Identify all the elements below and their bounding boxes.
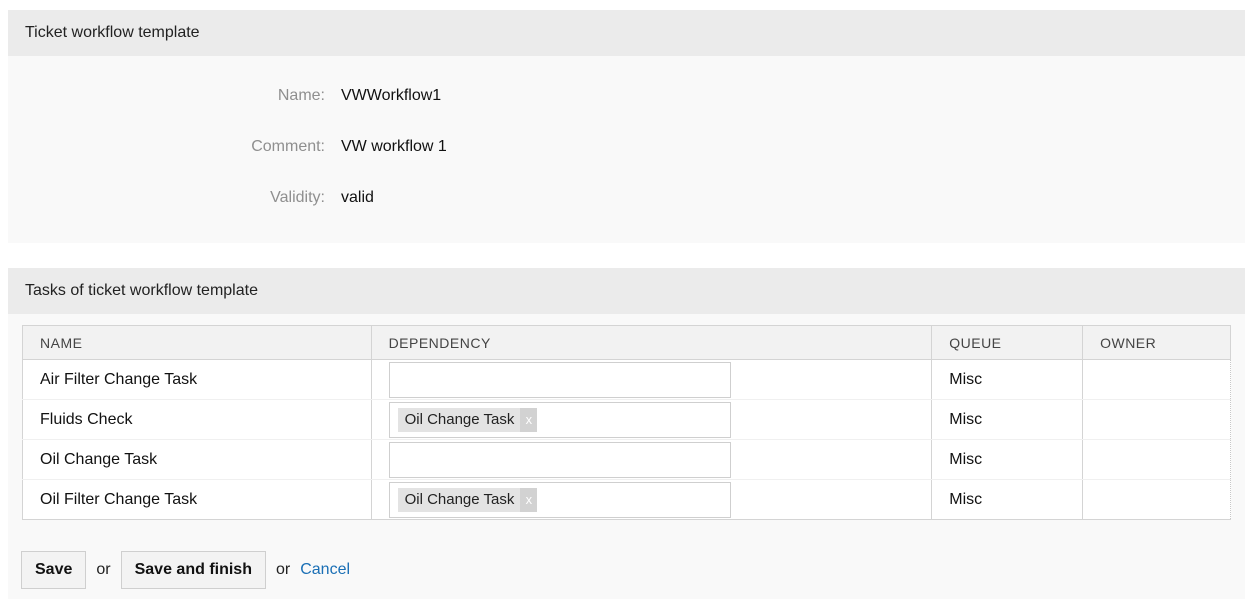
tasks-widget: Tasks of ticket workflow template NAME D… xyxy=(8,268,1245,599)
task-queue: Misc xyxy=(931,359,1084,400)
field-validity-row: Validity: valid xyxy=(8,186,1245,210)
column-header-name: NAME xyxy=(22,325,372,360)
column-header-queue: QUEUE xyxy=(931,325,1084,360)
dependency-tag: Oil Change Task x xyxy=(397,487,538,512)
task-name: Air Filter Change Task xyxy=(22,359,372,400)
field-comment-value: VW workflow 1 xyxy=(341,138,447,155)
dependency-cell xyxy=(370,359,933,400)
save-button[interactable]: Save xyxy=(21,551,87,589)
field-name-value: VWWorkflow1 xyxy=(341,87,442,104)
template-details-header: Ticket workflow template xyxy=(8,10,1245,56)
task-name: Oil Filter Change Task xyxy=(22,479,372,520)
field-comment-label: Comment: xyxy=(251,138,325,155)
tag-remove-icon[interactable]: x xyxy=(520,487,538,512)
dependency-cell xyxy=(370,439,933,480)
task-queue: Misc xyxy=(931,479,1084,520)
or-separator: or xyxy=(96,561,111,578)
tasks-header: Tasks of ticket workflow template xyxy=(8,268,1245,314)
form-actions: Save or Save and finish or Cancel xyxy=(21,551,350,589)
field-comment-row: Comment: VW workflow 1 xyxy=(8,135,1245,159)
table-row: Oil Change Task Misc xyxy=(22,439,1231,480)
field-validity-label: Validity: xyxy=(270,189,325,206)
table-row: Fluids Check Oil Change Task x Misc xyxy=(22,399,1231,440)
task-owner xyxy=(1082,399,1231,440)
dependency-input[interactable] xyxy=(388,361,731,398)
dependency-input[interactable]: Oil Change Task x xyxy=(388,401,731,438)
or-separator: or xyxy=(275,561,291,578)
dependency-cell: Oil Change Task x xyxy=(370,399,933,440)
tag-remove-icon[interactable]: x xyxy=(520,407,538,432)
column-header-owner: OWNER xyxy=(1082,325,1231,360)
widget-title: Ticket workflow template xyxy=(25,24,200,41)
task-queue: Misc xyxy=(931,399,1084,440)
field-name-row: Name: VWWorkflow1 xyxy=(8,84,1245,108)
dependency-cell: Oil Change Task x xyxy=(370,479,933,520)
tasks-table: NAME DEPENDENCY QUEUE OWNER Air Filter C… xyxy=(22,325,1231,520)
task-queue: Misc xyxy=(931,439,1084,480)
dependency-input[interactable]: Oil Change Task x xyxy=(388,481,731,518)
dependency-input[interactable] xyxy=(388,441,731,478)
task-owner xyxy=(1082,439,1231,480)
task-name: Oil Change Task xyxy=(22,439,372,480)
table-row: Oil Filter Change Task Oil Change Task x… xyxy=(22,479,1231,520)
dependency-tag: Oil Change Task x xyxy=(397,407,538,432)
task-owner xyxy=(1082,359,1231,400)
table-header-row: NAME DEPENDENCY QUEUE OWNER xyxy=(22,325,1231,360)
dependency-tag-label: Oil Change Task xyxy=(404,411,515,428)
task-owner xyxy=(1082,479,1231,520)
field-name-label: Name: xyxy=(277,87,325,104)
task-name: Fluids Check xyxy=(22,399,372,440)
template-details-widget: Ticket workflow template Name: VWWorkflo… xyxy=(8,10,1245,243)
column-header-dependency: DEPENDENCY xyxy=(370,325,933,360)
table-row: Air Filter Change Task Misc xyxy=(22,359,1231,400)
widget-title: Tasks of ticket workflow template xyxy=(25,282,258,299)
cancel-link[interactable]: Cancel xyxy=(300,561,350,579)
dependency-tag-label: Oil Change Task xyxy=(404,491,515,508)
field-validity-value: valid xyxy=(341,189,374,206)
save-and-finish-button[interactable]: Save and finish xyxy=(120,551,266,589)
